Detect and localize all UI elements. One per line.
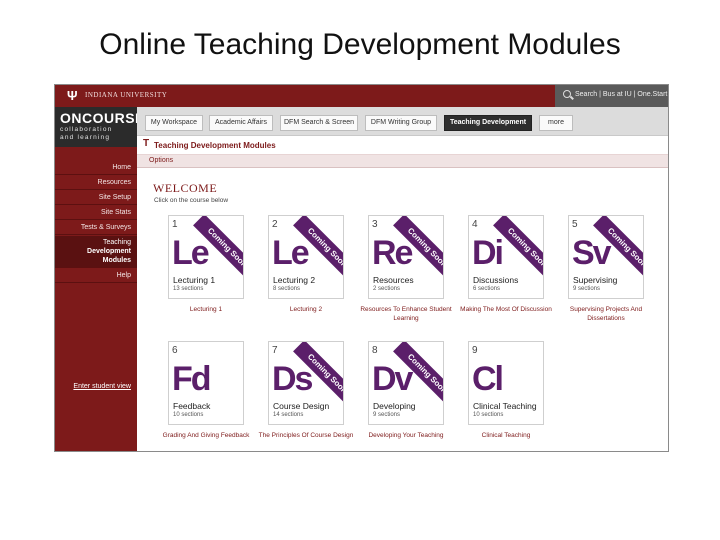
enter-student-view-link[interactable]: Enter student view bbox=[55, 383, 137, 390]
sidebar-item-label-line-1: Teaching bbox=[102, 239, 131, 246]
module-name: Discussions bbox=[473, 275, 519, 285]
module-sections: 8 sections bbox=[273, 286, 301, 292]
module-caption-5[interactable]: Supervising Projects And Dissertations bbox=[556, 305, 656, 323]
module-sections: 9 sections bbox=[373, 412, 401, 418]
module-abbreviation: Di bbox=[472, 234, 504, 272]
sidebar-item-home[interactable]: Home bbox=[55, 161, 137, 175]
tab-more[interactable]: more bbox=[539, 115, 573, 131]
sidebar-item-label-line-3: Modules bbox=[102, 257, 131, 264]
module-card-8[interactable]: 8 Dv Developing 9 sections Coming Soon bbox=[368, 341, 444, 425]
module-card-4[interactable]: 4 Di Discussions 6 sections Coming Soon bbox=[468, 215, 544, 299]
module-card-2[interactable]: 2 Le Lecturing 2 8 sections Coming Soon bbox=[268, 215, 344, 299]
module-card-5[interactable]: 5 Sv Supervising 9 sections Coming Soon bbox=[568, 215, 644, 299]
module-abbreviation: Re bbox=[372, 234, 413, 272]
module-caption-3[interactable]: Resources To Enhance Student Learning bbox=[356, 305, 456, 323]
module-caption-6[interactable]: Grading And Giving Feedback bbox=[156, 431, 256, 440]
tab-dfm-writing-group[interactable]: DFM Writing Group bbox=[365, 115, 437, 131]
sidebar-item-label-line-2: Development bbox=[87, 248, 131, 255]
search-links[interactable]: Search | Bus at IU | One.Start bbox=[575, 91, 667, 98]
module-abbreviation: Cl bbox=[472, 360, 504, 398]
module-sections: 13 sections bbox=[173, 286, 204, 292]
module-name: Lecturing 1 bbox=[173, 275, 216, 285]
module-number: 3 bbox=[372, 219, 378, 230]
module-card-7[interactable]: 7 Ds Course Design 14 sections Coming So… bbox=[268, 341, 344, 425]
sidebar-item-site-stats[interactable]: Site Stats bbox=[55, 206, 137, 220]
slide-title: Online Teaching Development Modules bbox=[99, 28, 621, 61]
tab-dfm-search-screen[interactable]: DFM Search & Screen bbox=[280, 115, 358, 131]
module-number: 5 bbox=[572, 219, 578, 230]
module-caption-8[interactable]: Developing Your Teaching bbox=[356, 431, 456, 440]
options-row: Options bbox=[137, 155, 668, 168]
module-card-3[interactable]: 3 Re Resources 2 sections Coming Soon bbox=[368, 215, 444, 299]
module-number: 6 bbox=[172, 345, 178, 356]
tab-my-workspace[interactable]: My Workspace bbox=[145, 115, 203, 131]
university-bar: Ψ INDIANA UNIVERSITY Search | Bus at IU … bbox=[55, 85, 668, 107]
sidebar-item-teaching-development-modules[interactable]: Teaching Development Modules bbox=[55, 236, 137, 268]
tab-teaching-development[interactable]: Teaching Development bbox=[444, 115, 532, 131]
tab-academic-affairs[interactable]: Academic Affairs bbox=[209, 115, 273, 131]
module-sections: 14 sections bbox=[273, 412, 304, 418]
site-title-mark: T bbox=[143, 138, 150, 149]
module-caption-4[interactable]: Making The Most Of Discussion bbox=[456, 305, 556, 314]
module-caption-1[interactable]: Lecturing 1 bbox=[156, 305, 256, 314]
module-number: 4 bbox=[472, 219, 478, 230]
iu-trident-logo-icon[interactable]: Ψ bbox=[67, 88, 79, 104]
module-caption-2[interactable]: Lecturing 2 bbox=[256, 305, 356, 314]
module-sections: 2 sections bbox=[373, 286, 401, 292]
module-abbreviation: Dv bbox=[372, 360, 413, 398]
module-abbreviation: Sv bbox=[572, 234, 612, 272]
module-name: Feedback bbox=[173, 401, 211, 411]
module-card-6[interactable]: 6 Fd Feedback 10 sections bbox=[168, 341, 244, 425]
search-area: Search | Bus at IU | One.Start bbox=[555, 85, 668, 107]
module-card-9[interactable]: 9 Cl Clinical Teaching 10 sections bbox=[468, 341, 544, 425]
site-title: Teaching Development Modules bbox=[154, 141, 276, 150]
module-number: 1 bbox=[172, 219, 178, 230]
sidebar-item-help[interactable]: Help bbox=[55, 269, 137, 283]
module-sections: 10 sections bbox=[173, 412, 204, 418]
module-abbreviation: Fd bbox=[172, 360, 212, 398]
module-name: Resources bbox=[373, 275, 414, 285]
browser-screenshot: Ψ INDIANA UNIVERSITY Search | Bus at IU … bbox=[54, 84, 669, 452]
oncourse-title: ONCOURSE bbox=[60, 110, 145, 126]
module-name: Lecturing 2 bbox=[273, 275, 316, 285]
module-abbreviation: Le bbox=[272, 234, 310, 272]
oncourse-logo[interactable]: ONCOURSE collaboration and learning bbox=[55, 107, 145, 147]
instruction-text: Click on the course below bbox=[154, 197, 229, 204]
module-name: Supervising bbox=[573, 275, 618, 285]
sidebar: Home Resources Site Setup Site Stats Tes… bbox=[55, 147, 137, 451]
site-title-row: T Teaching Development Modules bbox=[137, 136, 668, 155]
oncourse-subtitle-1: collaboration bbox=[60, 126, 113, 133]
module-sections: 9 sections bbox=[573, 286, 601, 292]
sidebar-item-tests-surveys[interactable]: Tests & Surveys bbox=[55, 221, 137, 235]
module-abbreviation: Le bbox=[172, 234, 210, 272]
welcome-heading: WELCOME bbox=[153, 181, 218, 195]
module-number: 9 bbox=[472, 345, 478, 356]
module-name: Developing bbox=[373, 401, 416, 411]
module-caption-9[interactable]: Clinical Teaching bbox=[456, 431, 556, 440]
module-card-1[interactable]: 1 Le Lecturing 1 13 sections Coming Soon bbox=[168, 215, 244, 299]
module-name: Clinical Teaching bbox=[473, 401, 537, 411]
university-name: INDIANA UNIVERSITY bbox=[85, 91, 168, 99]
module-number: 2 bbox=[272, 219, 278, 230]
module-name: Course Design bbox=[273, 401, 330, 411]
module-number: 8 bbox=[372, 345, 378, 356]
module-caption-7[interactable]: The Principles Of Course Design bbox=[256, 431, 356, 440]
module-number: 7 bbox=[272, 345, 278, 356]
site-tab-bar: My Workspace Academic Affairs DFM Search… bbox=[137, 107, 668, 136]
options-link[interactable]: Options bbox=[149, 157, 173, 164]
sidebar-item-resources[interactable]: Resources bbox=[55, 176, 137, 190]
module-sections: 6 sections bbox=[473, 286, 501, 292]
module-abbreviation: Ds bbox=[272, 360, 313, 398]
module-sections: 10 sections bbox=[473, 412, 504, 418]
search-icon[interactable] bbox=[563, 90, 571, 98]
sidebar-item-site-setup[interactable]: Site Setup bbox=[55, 191, 137, 205]
oncourse-subtitle-2: and learning bbox=[60, 134, 111, 141]
